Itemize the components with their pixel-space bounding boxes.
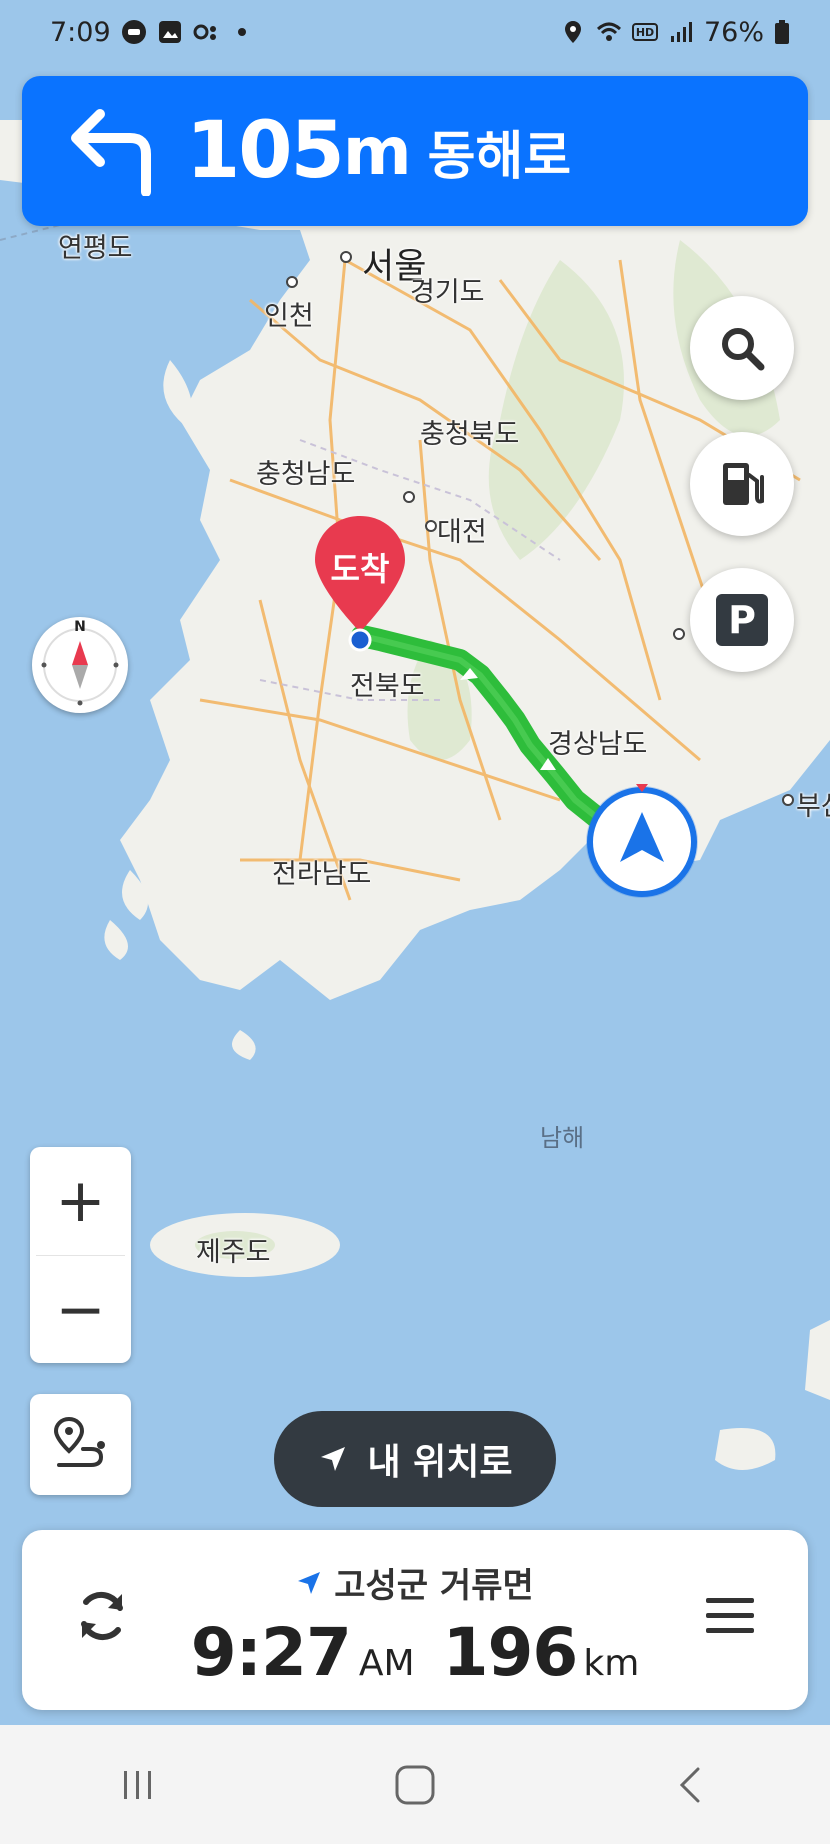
city-dot-busan	[782, 794, 794, 806]
search-icon	[722, 328, 765, 371]
city-dot-incheon	[286, 276, 298, 288]
car-icon	[121, 20, 146, 44]
label-namhae: 남해	[540, 1124, 585, 1152]
parking-label: P	[728, 598, 756, 642]
label-chungnam: 충청남도	[256, 459, 356, 490]
label-incheon: 인천	[264, 301, 314, 332]
city-dot-a	[403, 491, 415, 503]
turn-distance-unit: m	[342, 112, 412, 190]
eta-row: 9:27 AM 196 km	[22, 1614, 808, 1691]
destination-name: 고성군 거류면	[334, 1566, 534, 1606]
search-button[interactable]	[690, 296, 794, 400]
parking-button[interactable]: P	[690, 568, 794, 672]
wifi-icon	[596, 22, 621, 41]
my-location-button[interactable]: 내 위치로	[274, 1411, 556, 1507]
dot-icon	[237, 28, 246, 36]
remaining-distance: 196	[442, 1614, 579, 1691]
turn-distance: 105	[186, 106, 345, 196]
compass-north-label: N	[74, 619, 86, 635]
city-dot-daejeon	[425, 520, 437, 532]
label-jeonnam: 전라남도	[272, 859, 372, 890]
zoom-out-button[interactable]: −	[30, 1256, 131, 1364]
recent-apps-icon	[124, 1770, 152, 1799]
back-button[interactable]	[662, 1755, 722, 1815]
parking-icon: P	[716, 594, 768, 646]
destination-arrow-icon	[298, 1571, 321, 1594]
eta-ampm: AM	[358, 1643, 415, 1684]
turn-left-arrow-icon	[71, 109, 151, 196]
signal-icon	[670, 22, 692, 42]
city-dot-seoul	[340, 251, 352, 263]
road-name: 동해로	[427, 126, 572, 187]
eta-time: 9:27	[190, 1614, 352, 1691]
label-busan: 부산	[796, 791, 830, 822]
turn-guidance-banner[interactable]: 105 m 동해로	[22, 76, 808, 226]
destination-row: 고성군 거류면	[22, 1558, 808, 1607]
label-gyeongnam: 경상남도	[548, 729, 648, 760]
navigation-arrow-icon	[586, 784, 698, 898]
zoom-in-button[interactable]: +	[30, 1147, 131, 1255]
my-location-label: 내 위치로	[367, 1442, 513, 1483]
zoom-in-icon: +	[55, 1166, 106, 1236]
location-icon	[564, 21, 581, 43]
fuel-station-button[interactable]	[690, 432, 794, 536]
status-time: 7:09	[50, 16, 111, 48]
hd-icon: HD	[631, 23, 658, 41]
label-chungbuk: 충청북도	[420, 419, 520, 450]
label-yeonpyeong: 연평도	[58, 233, 133, 264]
route-overview-button[interactable]	[30, 1394, 131, 1495]
home-button[interactable]	[385, 1755, 445, 1815]
back-icon	[679, 1767, 700, 1802]
label-jeonbuk: 전북도	[350, 671, 425, 702]
fuel-pump-icon	[723, 463, 764, 505]
compass-button[interactable]: N	[32, 617, 128, 713]
destination-pin-label: 도착	[330, 550, 390, 588]
zoom-controls: + −	[30, 1147, 131, 1363]
battery-percent: 76%	[703, 16, 764, 48]
gallery-icon	[158, 21, 181, 43]
destination-pin[interactable]: 도착	[312, 514, 408, 654]
svg-text:HD: HD	[636, 26, 654, 39]
label-jeju: 제주도	[196, 1237, 271, 1268]
label-daejeon: 대전	[437, 517, 487, 548]
city-dot-b	[673, 628, 685, 640]
recent-apps-button[interactable]	[108, 1755, 168, 1815]
remaining-distance-unit: km	[583, 1643, 640, 1684]
status-bar: 7:09 HD 76%	[0, 0, 830, 64]
home-icon	[395, 1765, 435, 1804]
location-arrow-icon	[321, 1447, 346, 1471]
route-icon	[53, 1416, 105, 1467]
trip-summary-card[interactable]: 고성군 거류면 9:27 AM 196 km	[22, 1530, 808, 1710]
menu-icon[interactable]	[702, 1588, 758, 1644]
current-location-puck	[578, 782, 706, 900]
battery-icon	[775, 20, 789, 44]
zoom-out-icon: −	[55, 1275, 106, 1345]
oo-icon	[193, 24, 216, 40]
label-gyeonggi: 경기도	[410, 277, 485, 308]
system-navigation-bar	[0, 1725, 830, 1844]
